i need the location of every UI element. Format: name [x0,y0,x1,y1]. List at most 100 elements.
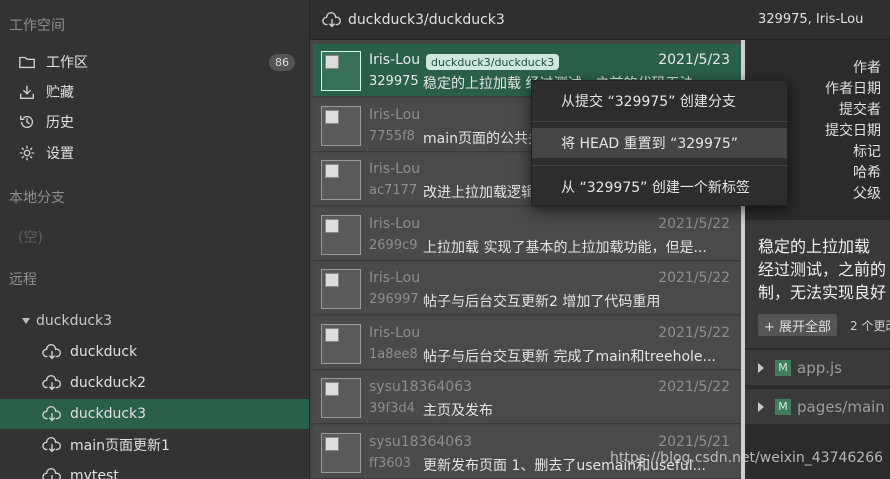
meta-label-author: 作者 [853,60,881,76]
commit-row[interactable]: Iris-Lou 2021/5/22 296997 帖子与后台交互更新2 增加了… [313,262,742,315]
commit-author: sysu18364063 [369,434,473,450]
remote-group-duckduck3[interactable]: duckduck3 [22,310,112,332]
nav-item-label: 设置 [46,146,74,162]
menu-separator [532,165,787,166]
remote-branch-item[interactable]: mytest [0,461,309,479]
modified-badge: M [775,398,791,415]
commit-author: Iris-Lou [369,107,421,123]
sidebar: 工作空间 工作区 86 贮藏 历史 设置 本地分支 (空) 远程 duckduc… [0,0,310,479]
commit-message-line: 经过测试，之前的 [758,260,887,279]
commit-date: 2021/5/22 [658,325,730,341]
commit-detail-header: 329975, Iris-Lou [745,0,890,40]
gear-icon [17,143,37,163]
nav-item-settings[interactable]: 设置 [0,138,309,168]
nav-item-label: 贮藏 [46,85,74,101]
local-branches-empty: (空) [18,230,43,246]
remote-section-title: 远程 [9,272,37,288]
commit-hash: 7755f8 [369,129,415,144]
nav-item-workspace[interactable]: 工作区 86 [0,47,309,77]
meta-label-parent: 父级 [853,186,881,202]
history-icon [17,112,37,132]
commit-message: 上拉加载 实现了基本的上拉加载功能，但是... [423,240,707,256]
watermark: https://blog.csdn.net/weixin_43746266 [610,450,884,466]
avatar [321,51,361,91]
commit-message: 帖子与后台交互更新 完成了main和treehole... [423,349,716,365]
commit-message-line: 稳定的上拉加载 [758,237,871,256]
nav-item-label: 历史 [46,115,74,131]
commit-message: 主页及发布 [423,403,493,419]
commit-author: Iris-Lou [369,52,421,68]
meta-label-hash: 哈希 [853,165,881,181]
commit-row[interactable]: Iris-Lou 2021/5/22 2699c9 上拉加载 实现了基本的上拉加… [313,208,742,261]
commit-list-pane: duckduck3/duckduck3 Iris-Lou duckduck3/d… [310,0,745,479]
cloud-download-icon [42,437,61,453]
commit-author: Iris-Lou [369,216,421,232]
commit-date: 2021/5/22 [658,379,730,395]
commit-hash: 329975 [369,74,419,89]
folder-icon [17,52,37,72]
commit-author: Iris-Lou [369,270,421,286]
commit-detail-pane: 329975, Iris-Lou 作者 作者日期 提交者 提交日期 标记 哈希 … [745,0,890,479]
avatar [321,324,361,364]
caret-down-icon [22,318,30,324]
meta-label-tags: 标记 [853,144,881,160]
workspace-section-title: 工作空间 [9,18,65,34]
commit-author: Iris-Lou [369,161,421,177]
menu-item-create-branch[interactable]: 从提交 “329975” 创建分支 [532,86,787,116]
caret-right-icon [758,362,764,373]
branch-label: duckduck [70,344,138,360]
commit-hash: ff3603 [369,456,412,471]
commit-hash: 39f3d4 [369,401,415,416]
commit-date: 2021/5/22 [658,216,730,232]
remote-branch-item[interactable]: duckduck2 [0,368,309,398]
commit-author: sysu18364063 [369,379,473,395]
commit-row[interactable]: Iris-Lou 2021/5/22 1a8ee8 帖子与后台交互更新 完成了m… [313,317,742,370]
remote-branch-item[interactable]: duckduck [0,337,309,367]
nav-item-stash[interactable]: 贮藏 [0,77,309,107]
cloud-download-icon [42,344,61,360]
meta-label-commit-date: 提交日期 [825,123,881,139]
commit-hash: 296997 [369,292,419,307]
changed-file-row[interactable]: M app.js [745,350,890,386]
changes-count-text: 2 个更改 [850,319,890,333]
menu-item-create-tag[interactable]: 从 “329975” 创建一个新标签 [532,172,787,202]
file-name: app.js [797,358,842,377]
changed-file-row[interactable]: M pages/main [745,389,890,425]
stash-icon [17,82,37,102]
current-branch-title: duckduck3/duckduck3 [348,11,505,28]
local-branches-title: 本地分支 [9,190,65,206]
meta-label-author-date: 作者日期 [825,81,881,97]
menu-item-reset-head[interactable]: 将 HEAD 重置到 “329975” [532,128,787,158]
menu-separator [532,121,787,122]
commit-list-header: duckduck3/duckduck3 [310,0,745,40]
commit-author: Iris-Lou [369,325,421,341]
remote-branch-item-active[interactable]: duckduck3 [0,399,309,429]
cloud-download-icon [322,11,341,27]
commit-message-box: 稳定的上拉加载 经过测试，之前的 制，无法实现良好 + 展开全部 2 个更改 [745,220,890,348]
cloud-download-icon [42,468,61,479]
avatar [321,160,361,200]
caret-right-icon [758,401,764,412]
branch-label: mytest [70,468,119,479]
remote-name: duckduck3 [36,313,113,329]
cloud-download-icon [42,406,61,422]
remote-branch-item[interactable]: main页面更新1 [0,430,309,460]
modified-badge: M [775,359,791,376]
commit-row[interactable]: sysu18364063 2021/5/22 39f3d4 主页及发布 [313,371,742,424]
commit-hash: 2699c9 [369,238,418,253]
nav-item-history[interactable]: 历史 [0,107,309,137]
commit-hash: 1a8ee8 [369,347,418,362]
avatar [321,269,361,309]
avatar [321,106,361,146]
avatar [321,433,361,473]
branch-label: duckduck3 [70,406,147,422]
branch-tag-badge: duckduck3/duckduck3 [426,54,560,70]
commit-hash: ac7177 [369,183,418,198]
avatar [321,215,361,255]
commit-context-menu: 从提交 “329975” 创建分支 将 HEAD 重置到 “329975” 从 … [531,80,788,206]
expand-all-button[interactable]: + 展开全部 [758,314,838,336]
commit-date: 2021/5/23 [658,52,730,68]
changes-count-badge: 86 [269,54,295,71]
meta-label-committer: 提交者 [839,102,881,118]
avatar [321,378,361,418]
